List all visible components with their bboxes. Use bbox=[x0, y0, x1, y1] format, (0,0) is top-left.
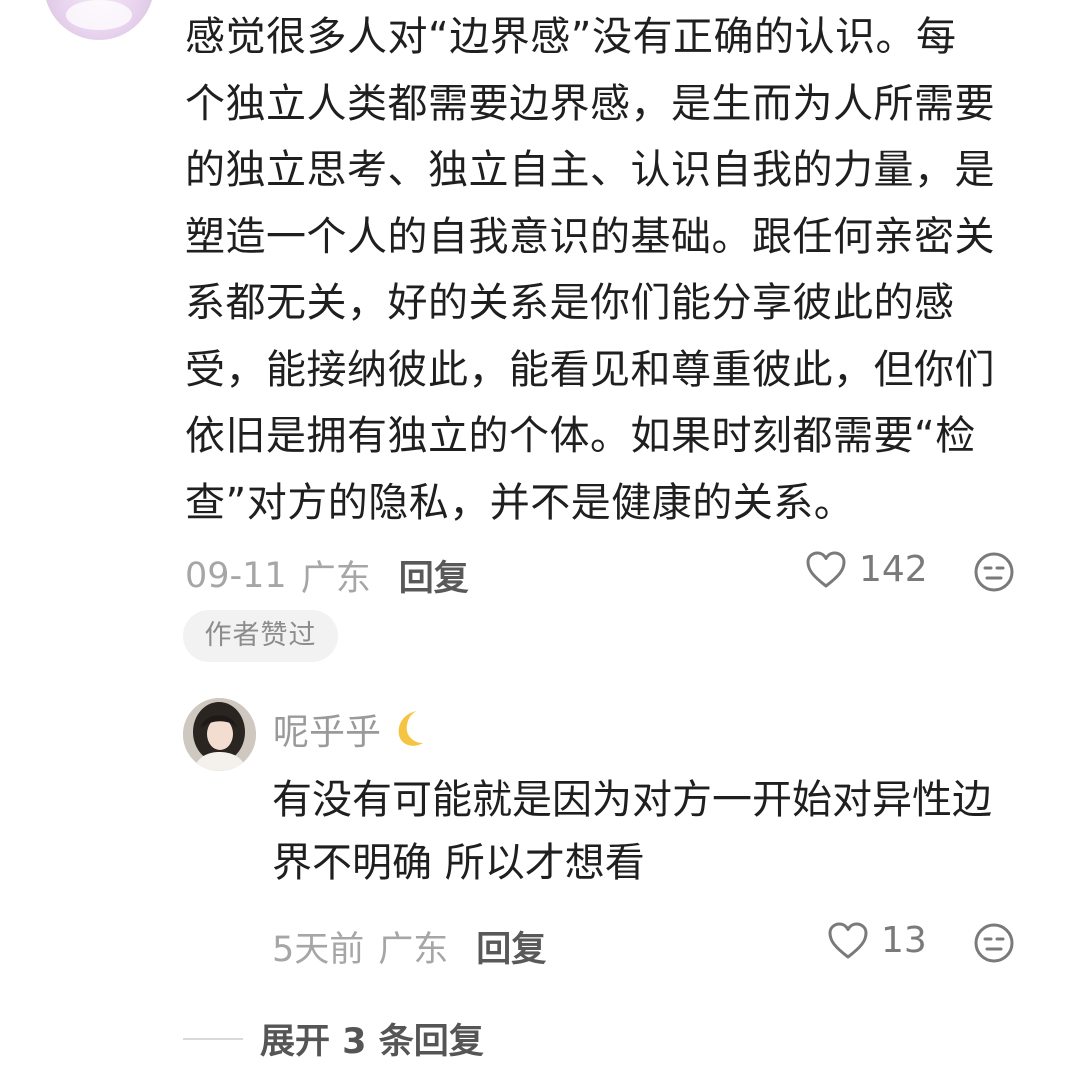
comment-line: 感觉很多人对“边界感”没有正确的认识。每 bbox=[185, 14, 957, 60]
reply-username[interactable]: 呢乎乎 bbox=[273, 703, 381, 755]
emoji-face-icon[interactable] bbox=[973, 922, 1015, 964]
like-count: 142 bbox=[859, 549, 928, 590]
comment-line: 受，能接纳彼此，能看见和尊重彼此，但你们 bbox=[185, 346, 995, 393]
comment-line: 依旧是拥有独立的个体。如果时刻都需要“检 bbox=[185, 413, 976, 459]
reply-body: 有没有可能就是因为对方一开始对异性边 界不明确 所以才想看 bbox=[272, 769, 1042, 895]
avatar-image-detail bbox=[66, 0, 132, 30]
commenter-avatar[interactable] bbox=[44, 0, 154, 40]
comment-location: 广东 bbox=[300, 559, 371, 599]
avatar-portrait-icon bbox=[183, 698, 256, 771]
reply-like-count: 13 bbox=[881, 920, 927, 961]
like-button[interactable]: 142 bbox=[805, 549, 928, 590]
comment-line: 系都无关，好的关系是你们能分享彼此的感 bbox=[185, 280, 955, 326]
comment-body: 感觉很多人对“边界感”没有正确的认识。每 个独立人类都需要边界感，是生而为人所需要… bbox=[185, 4, 1045, 536]
comment-line: 查”对方的隐私，并不是健康的关系。 bbox=[185, 479, 855, 526]
comment-line: 个独立人类都需要边界感，是生而为人所需要 bbox=[185, 80, 995, 127]
reply-line: 界不明确 所以才想看 bbox=[272, 840, 645, 886]
comment-line: 的独立思考、独立自主、认识自我的力量，是 bbox=[185, 147, 995, 193]
comment-date: 09-11 bbox=[185, 555, 287, 596]
expand-replies-button[interactable]: 展开 3 条回复 bbox=[183, 1013, 484, 1064]
heart-icon bbox=[828, 922, 868, 958]
emoji-face-icon[interactable] bbox=[973, 551, 1015, 593]
crescent-moon-icon bbox=[398, 711, 424, 746]
reply-like-button[interactable]: 13 bbox=[827, 920, 927, 961]
comment-line: 塑造一个人的自我意识的基础。跟任何亲密关 bbox=[185, 213, 995, 260]
expand-replies-label[interactable]: 展开 3 条回复 bbox=[260, 1013, 484, 1064]
reply-username-row[interactable]: 呢乎乎 bbox=[273, 703, 431, 755]
reply-button[interactable]: 回复 bbox=[399, 550, 469, 601]
author-liked-badge: 作者赞过 bbox=[183, 610, 338, 662]
comment-meta: 09-11 广东 回复 bbox=[185, 550, 469, 601]
reply-location: 广东 bbox=[378, 930, 449, 970]
reply-line: 有没有可能就是因为对方一开始对异性边 bbox=[272, 777, 992, 823]
reply-to-reply-button[interactable]: 回复 bbox=[476, 921, 546, 972]
reply-user-avatar[interactable] bbox=[183, 698, 256, 771]
divider-line bbox=[183, 1037, 243, 1040]
reply-meta: 5天前 广东 回复 bbox=[272, 921, 546, 972]
reply-date: 5天前 bbox=[272, 930, 365, 970]
heart-icon bbox=[806, 551, 846, 587]
